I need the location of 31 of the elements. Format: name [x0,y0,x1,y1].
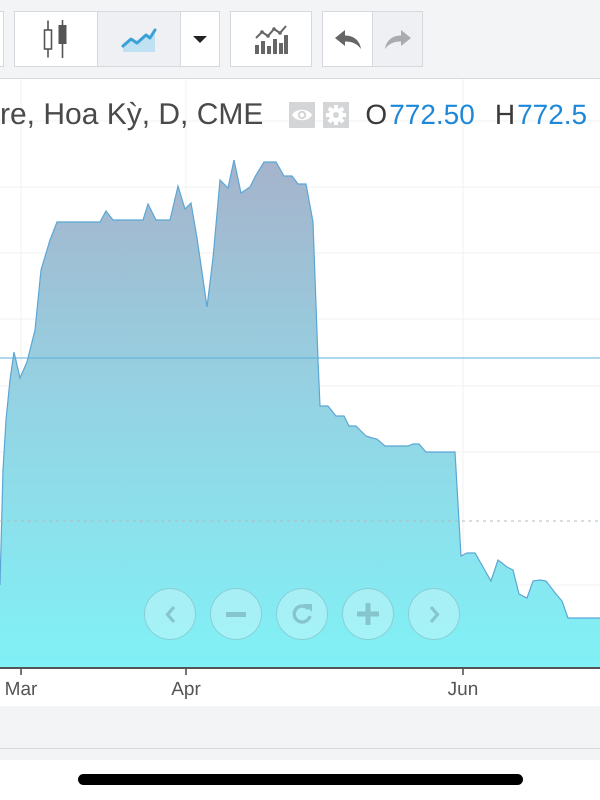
reset-button[interactable] [276,588,328,640]
undo-button[interactable] [322,11,373,67]
caret-icon [193,36,207,42]
refresh-icon [291,603,313,625]
dropdown-button[interactable] [180,11,220,67]
indicators-button[interactable] [230,11,312,67]
ohlc-label: H [494,98,516,132]
candlestick-icon [43,20,69,58]
scroll-right-button[interactable] [408,588,460,640]
chart-type-button[interactable] [14,11,98,67]
scroll-left-button[interactable] [144,588,196,640]
minus-icon [226,612,246,616]
undo-icon [334,28,362,50]
axis-label: Apr [171,679,201,701]
ohlc-label: O [365,98,388,132]
axis-label: Mar [4,679,38,701]
plus-icon [357,603,379,625]
area-chart-icon [121,26,157,52]
home-indicator[interactable] [78,774,522,785]
zoom-out-button[interactable] [210,588,262,640]
ohlc-value: 772.50 [389,98,475,132]
chevron-left-icon [164,604,176,624]
redo-icon [384,28,412,50]
axis-label: Jun [448,679,478,701]
chart-title: re, Hoa Kỳ, D, CME [0,97,264,133]
zoom-in-button[interactable] [342,588,394,640]
settings-icon[interactable] [323,102,350,128]
eye-icon[interactable] [289,102,316,128]
ohlc-value: 772.5 [517,98,588,132]
chevron-right-icon [428,604,440,624]
bar-line-chart-icon [254,24,288,54]
